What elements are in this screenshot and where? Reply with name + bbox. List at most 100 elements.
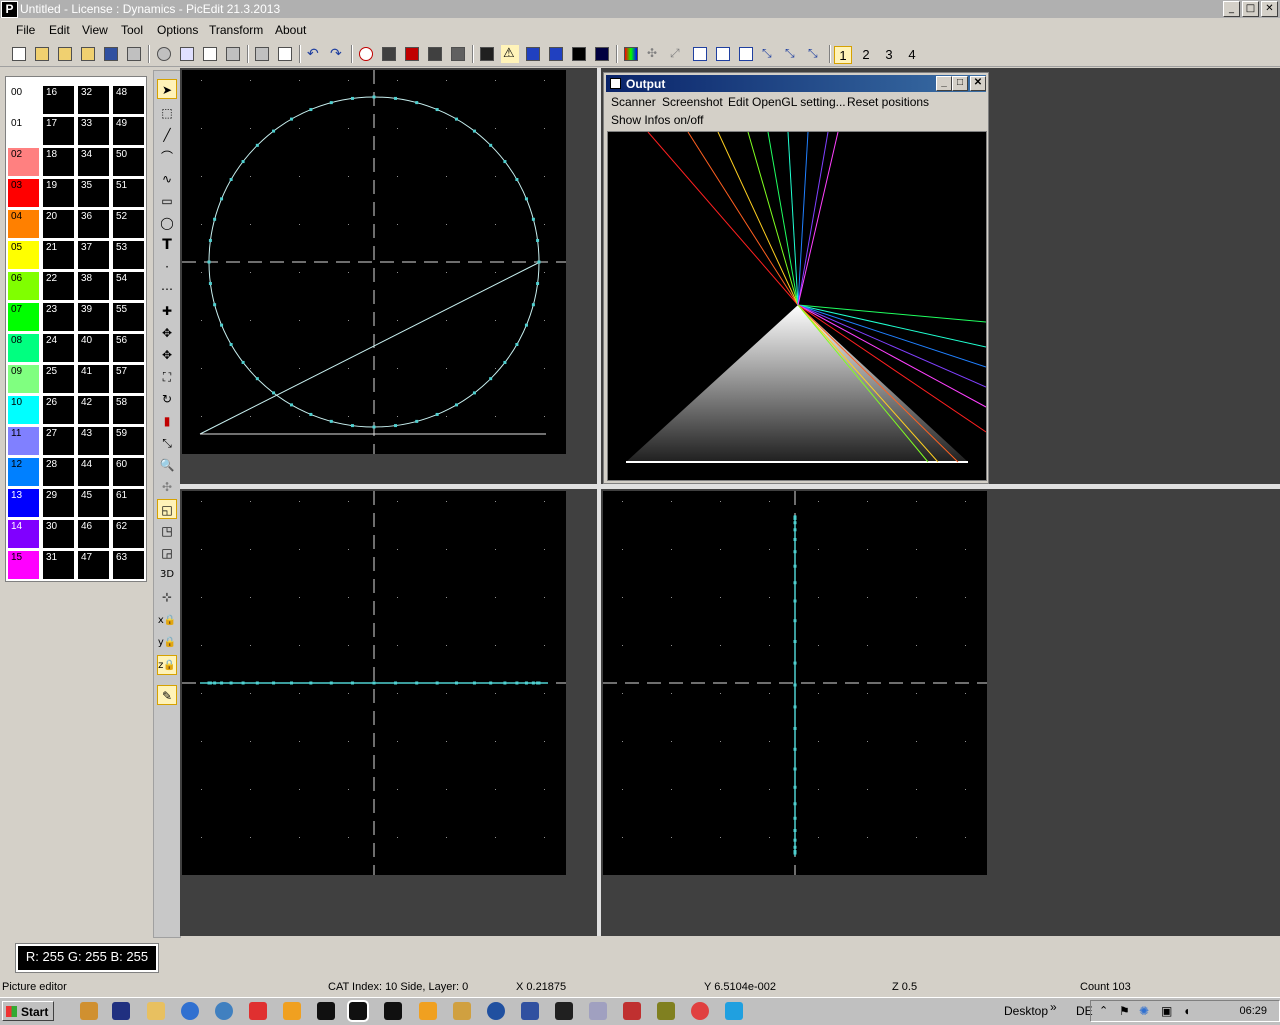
clock[interactable]: 06:29 (1239, 1005, 1267, 1017)
shape-point (350, 681, 354, 685)
toolbar-chevron[interactable]: » (1050, 1000, 1057, 1014)
output-menu-opengl[interactable]: Edit OpenGL setting... (728, 95, 846, 109)
shape-point (394, 424, 398, 428)
grid-dot (446, 224, 447, 225)
quicklaunch-opera-icon[interactable] (691, 1002, 709, 1020)
quicklaunch-media-icon[interactable] (419, 1002, 437, 1020)
output-title-bar[interactable]: Output _ □ ✕ (606, 75, 986, 92)
grid-dot (201, 320, 202, 321)
grid-dot (446, 176, 447, 177)
grid-dot (671, 645, 672, 646)
quicklaunch-globe-icon[interactable] (487, 1002, 505, 1020)
output-menu-screenshot[interactable]: Screenshot (662, 95, 723, 109)
quicklaunch-app-icon[interactable] (80, 1002, 98, 1020)
grid-dot (622, 741, 623, 742)
quicklaunch-c-icon[interactable] (555, 1002, 573, 1020)
grid-dot (201, 549, 202, 550)
tray-expand-icon[interactable]: ⌃ (1099, 1004, 1108, 1017)
quicklaunch-skype-icon[interactable] (725, 1002, 743, 1020)
grid-dot (818, 597, 819, 598)
grid-dot (495, 128, 496, 129)
grid-dot (446, 320, 447, 321)
output-menu-reset[interactable]: Reset positions (847, 95, 929, 109)
quicklaunch-tool-icon[interactable] (453, 1002, 471, 1020)
grid-dot (397, 645, 398, 646)
quicklaunch-h-icon[interactable] (384, 1002, 402, 1020)
grid-dot (769, 741, 770, 742)
grid-dot (965, 549, 966, 550)
grid-dot (867, 741, 868, 742)
shape-point (793, 528, 797, 532)
grid-dot (965, 837, 966, 838)
shape-point (455, 403, 458, 407)
shape-point (329, 681, 333, 685)
grid-dot (348, 128, 349, 129)
shape-point (793, 747, 797, 751)
tray-computer-icon[interactable]: ▣ (1161, 1004, 1172, 1018)
quicklaunch-ie-icon[interactable] (181, 1002, 199, 1020)
grid-dot (446, 789, 447, 790)
output-menu-scanner[interactable]: Scanner (611, 95, 656, 109)
grid-dot (818, 837, 819, 838)
grid-dot (201, 645, 202, 646)
output-minimize-button[interactable]: _ (936, 76, 952, 91)
viewport-front[interactable] (182, 70, 566, 454)
status-x: X 0.21875 (516, 981, 567, 993)
grid-dot (446, 549, 447, 550)
grid-dot (769, 789, 770, 790)
quicklaunch-folder-icon[interactable] (147, 1002, 165, 1020)
output-maximize-button[interactable]: □ (952, 76, 968, 91)
grid-dot (348, 837, 349, 838)
shape-point (793, 838, 797, 842)
shape-point (241, 681, 245, 685)
quicklaunch-tools-icon[interactable] (623, 1002, 641, 1020)
grid-dot (446, 597, 447, 598)
shape-point (229, 681, 233, 685)
shape-point (793, 640, 797, 644)
shape-point (290, 403, 293, 407)
quicklaunch-card-icon[interactable] (657, 1002, 675, 1020)
quicklaunch-w-icon[interactable] (521, 1002, 539, 1020)
quicklaunch-picedit-icon[interactable] (347, 1000, 369, 1022)
start-button[interactable]: Start (2, 1001, 54, 1021)
shape-point (515, 681, 519, 685)
horizontal-splitter[interactable] (180, 484, 1280, 489)
quicklaunch-browser-icon[interactable] (215, 1002, 233, 1020)
grid-dot (250, 416, 251, 417)
shape-point (220, 323, 224, 327)
quicklaunch-save-icon[interactable] (112, 1002, 130, 1020)
grid-dot (446, 693, 447, 694)
grid-dot (299, 368, 300, 369)
output-canvas[interactable] (607, 131, 987, 481)
shape-point (272, 681, 276, 685)
shape-point (394, 681, 398, 685)
grid-dot (495, 501, 496, 502)
vertical-splitter[interactable] (597, 68, 601, 936)
grid-dot (397, 789, 398, 790)
output-close-button[interactable]: ✕ (970, 76, 986, 91)
shape-point (309, 681, 313, 685)
shape-point (793, 564, 797, 568)
shape-point (793, 599, 797, 603)
grid-dot (348, 272, 349, 273)
shape-point (489, 681, 493, 685)
tray-network-icon[interactable]: ✺ (1139, 1004, 1149, 1018)
quicklaunch-red-icon[interactable] (249, 1002, 267, 1020)
shape-point (531, 681, 535, 685)
grid-dot (299, 320, 300, 321)
shape-point (309, 412, 313, 416)
quicklaunch-device-icon[interactable] (589, 1002, 607, 1020)
tray-volume-icon[interactable]: ◖ (1183, 1004, 1190, 1018)
desktop-toolbar-label[interactable]: Desktop (1004, 1004, 1048, 1018)
quicklaunch-d-icon[interactable] (317, 1002, 335, 1020)
shape-point (524, 197, 528, 201)
tray-flag-icon[interactable]: ⚑ (1119, 1004, 1130, 1018)
grid-dot (250, 224, 251, 225)
viewport-side[interactable] (603, 491, 987, 875)
grid-dot (544, 224, 545, 225)
viewport-top[interactable] (182, 491, 566, 875)
output-menu-infos[interactable]: Show Infos on/off (611, 113, 704, 127)
grid-dot (201, 789, 202, 790)
quicklaunch-crown-icon[interactable] (283, 1002, 301, 1020)
grid-dot (916, 501, 917, 502)
